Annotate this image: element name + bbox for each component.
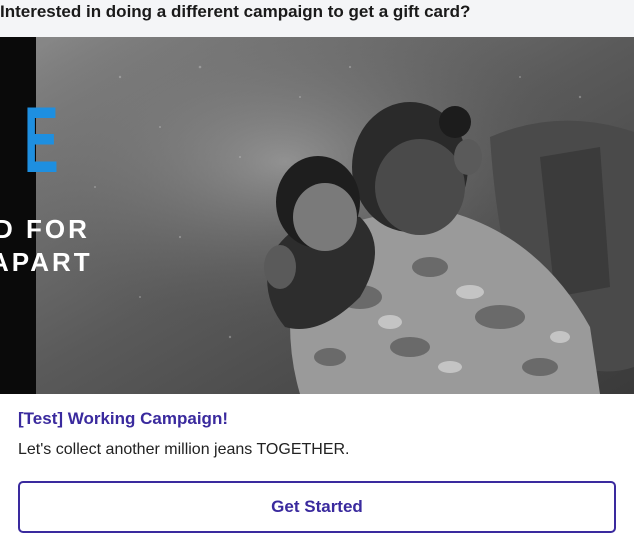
campaign-title: [Test] Working Campaign!: [18, 409, 228, 428]
hero-line-1: D FOR: [0, 214, 90, 244]
campaign-hero-image: E D FOR APART: [0, 37, 634, 394]
get-started-button[interactable]: Get Started: [18, 481, 616, 533]
campaign-card: E D FOR APART [Test] Working Campaign! L…: [0, 37, 634, 551]
hero-big-letter: E: [24, 87, 60, 192]
campaign-description: Let's collect another million jeans TOGE…: [18, 441, 350, 458]
hero-line-2: APART: [0, 247, 93, 277]
page-heading: Interested in doing a different campaign…: [0, 2, 471, 21]
hero-overlay-text: E D FOR APART: [0, 37, 110, 394]
page: Interested in doing a different campaign…: [0, 0, 634, 551]
campaign-body: [Test] Working Campaign! Let's collect a…: [18, 409, 618, 463]
